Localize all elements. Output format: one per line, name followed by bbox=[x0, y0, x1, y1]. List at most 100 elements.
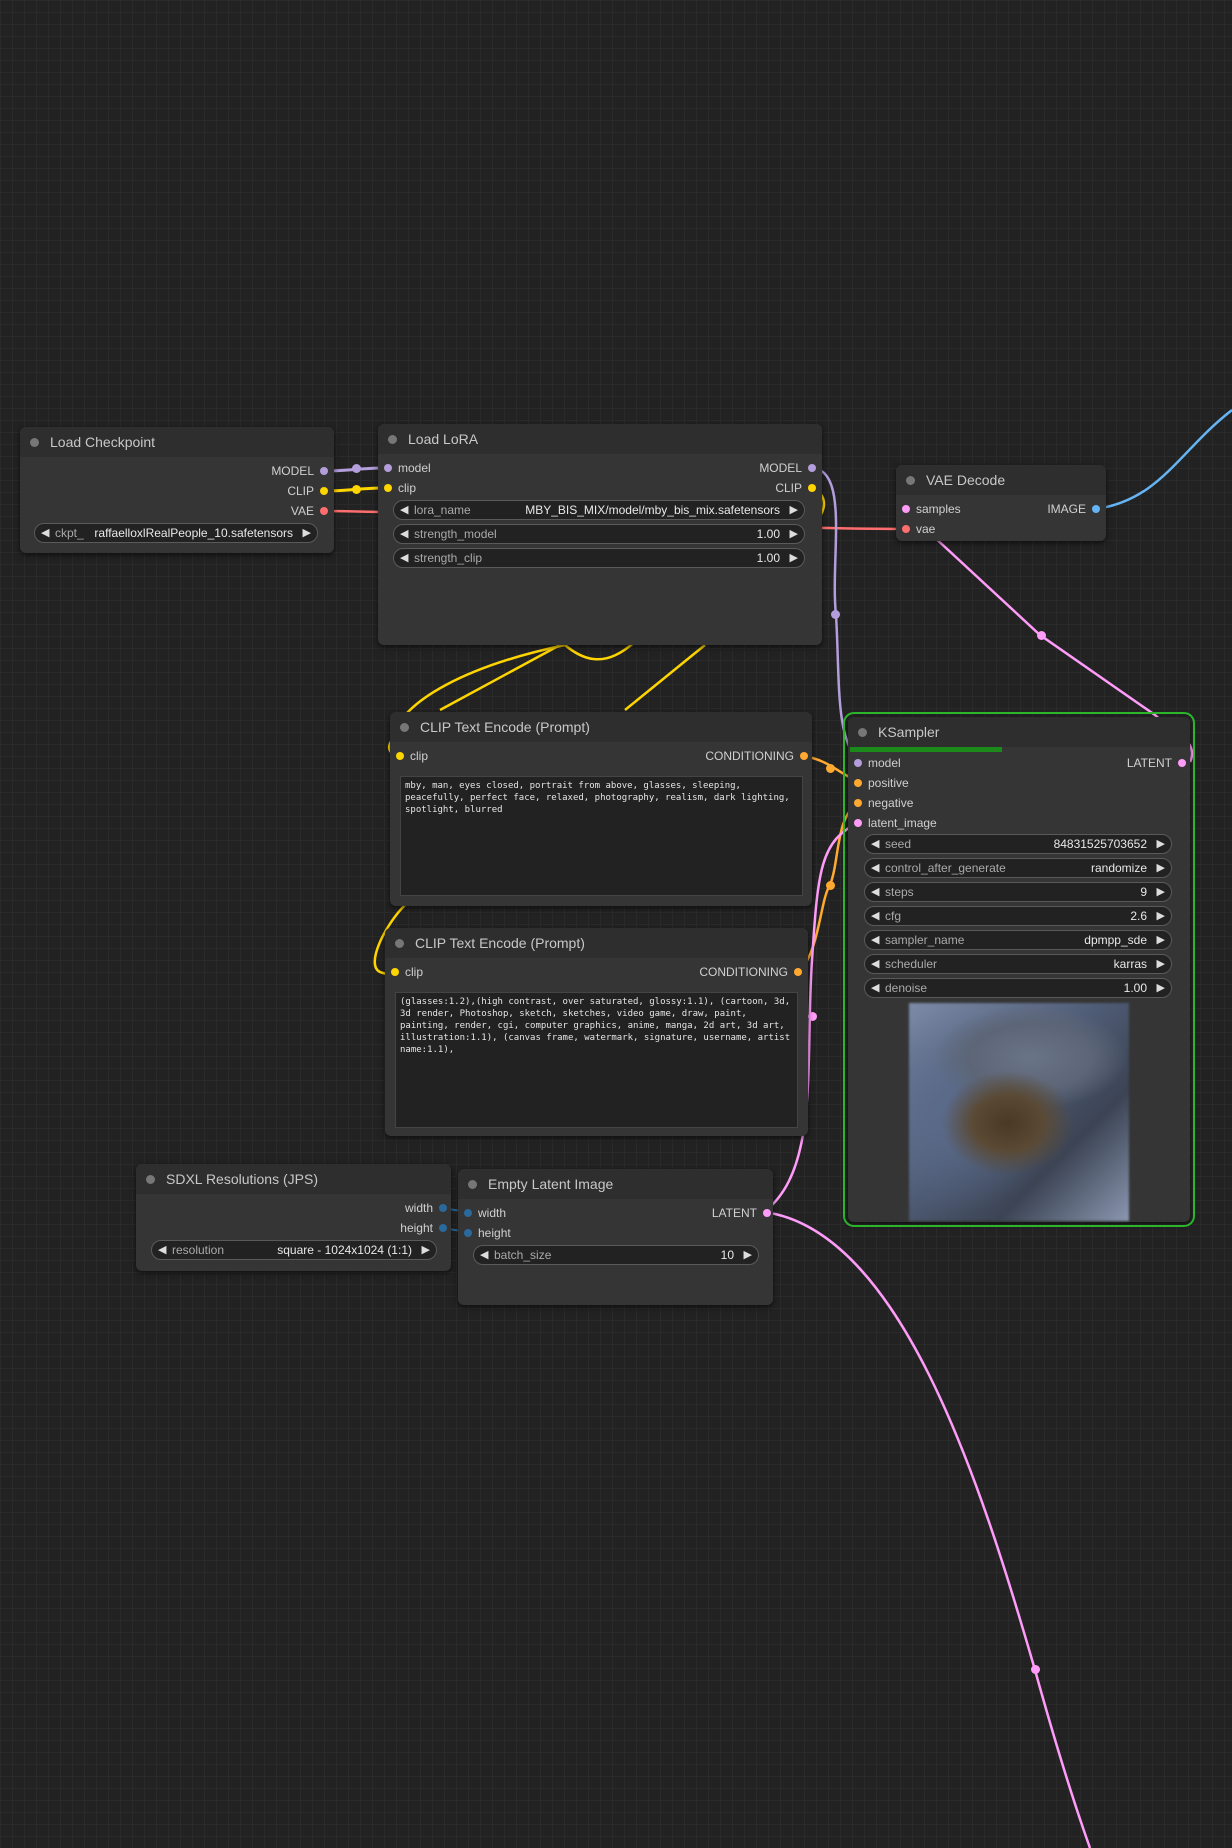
clip-text-encode-positive-node[interactable]: CLIP Text Encode (Prompt) clip CONDITION… bbox=[390, 712, 812, 906]
increment-arrow[interactable]: ▶ bbox=[1157, 931, 1165, 949]
collapse-dot[interactable] bbox=[906, 476, 915, 485]
increment-arrow[interactable]: ▶ bbox=[790, 525, 798, 543]
slot-dot[interactable] bbox=[1178, 759, 1186, 767]
slot-dot[interactable] bbox=[396, 752, 404, 760]
output-conditioning[interactable]: CONDITIONING bbox=[699, 964, 802, 980]
ckpt-name-widget[interactable]: ◀ ckpt_ raffaelloxlRealPeople_10.safeten… bbox=[34, 523, 318, 543]
collapse-dot[interactable] bbox=[468, 1180, 477, 1189]
slot-dot[interactable] bbox=[464, 1229, 472, 1237]
reroute-positive[interactable] bbox=[826, 764, 835, 773]
reroute-latent-side[interactable] bbox=[808, 1012, 817, 1021]
increment-arrow[interactable]: ▶ bbox=[1157, 979, 1165, 997]
slot-dot[interactable] bbox=[320, 467, 328, 475]
node-title[interactable]: Empty Latent Image bbox=[458, 1169, 773, 1199]
slot-dot[interactable] bbox=[854, 819, 862, 827]
sampler-name-widget[interactable]: ◀ sampler_name dpmpp_sde ▶ bbox=[864, 930, 1172, 950]
reroute-model[interactable] bbox=[352, 464, 361, 473]
collapse-dot[interactable] bbox=[395, 939, 404, 948]
increment-arrow[interactable]: ▶ bbox=[1157, 859, 1165, 877]
decrement-arrow[interactable]: ◀ bbox=[400, 549, 408, 567]
slot-dot[interactable] bbox=[320, 487, 328, 495]
node-title[interactable]: SDXL Resolutions (JPS) bbox=[136, 1164, 451, 1194]
slot-dot[interactable] bbox=[439, 1224, 447, 1232]
input-vae[interactable]: vae bbox=[902, 521, 935, 537]
denoise-widget[interactable]: ◀ denoise 1.00 ▶ bbox=[864, 978, 1172, 998]
collapse-dot[interactable] bbox=[30, 438, 39, 447]
lora-name-widget[interactable]: ◀ lora_name MBY_BIS_MIX/model/mby_bis_mi… bbox=[393, 500, 805, 520]
output-conditioning[interactable]: CONDITIONING bbox=[705, 748, 808, 764]
slot-dot[interactable] bbox=[854, 799, 862, 807]
load-checkpoint-node[interactable]: Load Checkpoint MODEL CLIP VAE ◀ ckpt_ r… bbox=[20, 427, 334, 553]
node-title[interactable]: CLIP Text Encode (Prompt) bbox=[385, 928, 808, 958]
output-model[interactable]: MODEL bbox=[759, 460, 816, 476]
output-clip[interactable]: CLIP bbox=[287, 483, 328, 499]
slot-dot[interactable] bbox=[391, 968, 399, 976]
slot-dot[interactable] bbox=[902, 505, 910, 513]
sdxl-resolutions-node[interactable]: SDXL Resolutions (JPS) width height ◀ re… bbox=[136, 1164, 451, 1271]
input-model[interactable]: model bbox=[854, 755, 901, 771]
input-latent-image[interactable]: latent_image bbox=[854, 815, 937, 831]
load-lora-node[interactable]: Load LoRA model clip MODEL CLIP ◀ lora_n… bbox=[378, 424, 822, 645]
slot-dot[interactable] bbox=[464, 1209, 472, 1217]
strength-clip-widget[interactable]: ◀ strength_clip 1.00 ▶ bbox=[393, 548, 805, 568]
empty-latent-image-node[interactable]: Empty Latent Image width height LATENT ◀… bbox=[458, 1169, 773, 1305]
output-image[interactable]: IMAGE bbox=[1047, 501, 1100, 517]
collapse-dot[interactable] bbox=[388, 435, 397, 444]
slot-dot[interactable] bbox=[808, 484, 816, 492]
wire-latent-down[interactable] bbox=[763, 1210, 1092, 1848]
cfg-widget[interactable]: ◀ cfg 2.6 ▶ bbox=[864, 906, 1172, 926]
increment-arrow[interactable]: ▶ bbox=[790, 501, 798, 519]
decrement-arrow[interactable]: ◀ bbox=[871, 883, 879, 901]
slot-dot[interactable] bbox=[763, 1209, 771, 1217]
slot-dot[interactable] bbox=[794, 968, 802, 976]
increment-arrow[interactable]: ▶ bbox=[790, 549, 798, 567]
prompt-text-area[interactable]: mby, man, eyes closed, portrait from abo… bbox=[400, 776, 803, 896]
increment-arrow[interactable]: ▶ bbox=[303, 524, 311, 542]
reroute-latent-vae[interactable] bbox=[1037, 631, 1046, 640]
decrement-arrow[interactable]: ◀ bbox=[480, 1246, 488, 1264]
control-after-generate-widget[interactable]: ◀ control_after_generate randomize ▶ bbox=[864, 858, 1172, 878]
increment-arrow[interactable]: ▶ bbox=[422, 1241, 430, 1259]
latent-preview-image[interactable] bbox=[909, 1003, 1129, 1221]
slot-dot[interactable] bbox=[808, 464, 816, 472]
slot-dot[interactable] bbox=[1092, 505, 1100, 513]
output-model[interactable]: MODEL bbox=[271, 463, 328, 479]
wire-clip-upper-c[interactable] bbox=[460, 645, 560, 710]
slot-dot[interactable] bbox=[439, 1204, 447, 1212]
collapse-dot[interactable] bbox=[400, 723, 409, 732]
ksampler-node[interactable]: KSampler model positive negative latent_… bbox=[843, 712, 1195, 1227]
decrement-arrow[interactable]: ◀ bbox=[158, 1241, 166, 1259]
slot-dot[interactable] bbox=[902, 525, 910, 533]
slot-dot[interactable] bbox=[854, 759, 862, 767]
input-samples[interactable]: samples bbox=[902, 501, 961, 517]
reroute-model-mid[interactable] bbox=[831, 610, 840, 619]
node-title[interactable]: KSampler bbox=[848, 717, 1190, 747]
decrement-arrow[interactable]: ◀ bbox=[871, 931, 879, 949]
input-clip[interactable]: clip bbox=[396, 748, 428, 764]
vae-decode-node[interactable]: VAE Decode samples vae IMAGE bbox=[896, 465, 1106, 541]
scheduler-widget[interactable]: ◀ scheduler karras ▶ bbox=[864, 954, 1172, 974]
output-vae[interactable]: VAE bbox=[291, 503, 328, 519]
reroute-latent-down[interactable] bbox=[1031, 1665, 1040, 1674]
clip-text-encode-negative-node[interactable]: CLIP Text Encode (Prompt) clip CONDITION… bbox=[385, 928, 808, 1136]
slot-dot[interactable] bbox=[320, 507, 328, 515]
output-latent[interactable]: LATENT bbox=[1127, 755, 1186, 771]
decrement-arrow[interactable]: ◀ bbox=[871, 907, 879, 925]
steps-widget[interactable]: ◀ steps 9 ▶ bbox=[864, 882, 1172, 902]
decrement-arrow[interactable]: ◀ bbox=[871, 955, 879, 973]
prompt-text-area[interactable]: (glasses:1.2),(high contrast, over satur… bbox=[395, 992, 798, 1128]
wire-clip-upper-d[interactable] bbox=[439, 643, 561, 712]
reroute-negative[interactable] bbox=[826, 881, 835, 890]
slot-dot[interactable] bbox=[800, 752, 808, 760]
slot-dot[interactable] bbox=[384, 484, 392, 492]
input-negative[interactable]: negative bbox=[854, 795, 913, 811]
output-latent[interactable]: LATENT bbox=[712, 1205, 771, 1221]
strength-model-widget[interactable]: ◀ strength_model 1.00 ▶ bbox=[393, 524, 805, 544]
decrement-arrow[interactable]: ◀ bbox=[400, 525, 408, 543]
input-clip[interactable]: clip bbox=[391, 964, 423, 980]
increment-arrow[interactable]: ▶ bbox=[1157, 883, 1165, 901]
slot-dot[interactable] bbox=[854, 779, 862, 787]
output-width[interactable]: width bbox=[405, 1200, 447, 1216]
slot-dot[interactable] bbox=[384, 464, 392, 472]
reroute-clip[interactable] bbox=[352, 485, 361, 494]
